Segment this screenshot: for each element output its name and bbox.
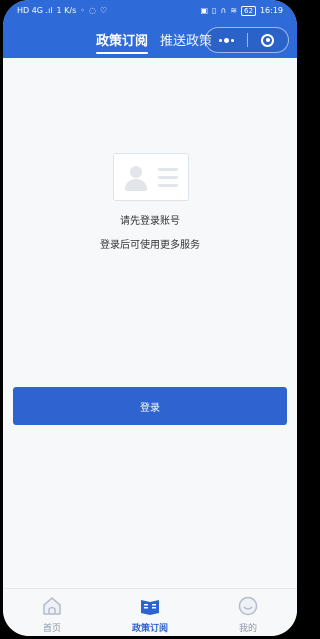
bottom-tab-bar: 首页 政策订阅 我的 [3,588,297,636]
headphones-icon: ∩ [220,6,227,15]
login-button[interactable]: 登录 [13,387,287,425]
more-dots-icon [218,37,234,43]
subscription-book-icon [141,600,159,615]
signal-indicators: HD 4G .ıl [17,6,53,15]
more-button[interactable] [206,28,247,52]
tabbar-item-subscription[interactable]: 政策订阅 [101,589,199,636]
tabbar-item-profile[interactable]: 我的 [199,589,297,636]
network-speed: 1 K/s [56,6,77,15]
close-mini-program-button[interactable] [248,28,289,52]
mini-program-capsule [205,27,289,53]
status-time: 16:19 [259,6,283,15]
status-bar: HD 4G .ıl 1 K/s ◦ ◌ ♡ ▣ ▯ ∩ ≋ 62 16:19 [3,0,297,22]
wifi-icon: ≋ [230,6,238,15]
tabbar-label-profile: 我的 [238,624,257,634]
login-prompt-title: 请先登录账号 [120,216,180,227]
top-navigation: 政策订阅 推送政策 [3,22,297,58]
card-line [158,176,178,179]
battery-indicator: 62 [241,6,256,16]
heart-icon: ♡ [100,6,108,15]
tabbar-label-subscription: 政策订阅 [131,624,168,634]
target-circle-icon [261,33,275,47]
tabbar-item-home[interactable]: 首页 [3,589,101,636]
tab-policy-subscription[interactable]: 政策订阅 [96,30,149,54]
main-content: 请先登录账号 登录后可使用更多服务 登录 [3,58,297,588]
phone-screen: HD 4G .ıl 1 K/s ◦ ◌ ♡ ▣ ▯ ∩ ≋ 62 16:19 政… [3,0,297,636]
tabbar-label-home: 首页 [42,624,61,634]
nfc-icon: ▣ [200,6,209,15]
profile-face-icon [238,596,258,616]
status-left: HD 4G .ıl 1 K/s ◦ ◌ ♡ [17,6,107,16]
person-silhouette-icon [122,164,150,192]
login-prompt-subtitle: 登录后可使用更多服务 [100,240,200,251]
location-icon: ◦ [80,6,86,15]
card-line [158,184,178,187]
home-icon [43,597,61,615]
status-right: ▣ ▯ ∩ ≋ 62 16:19 [200,6,283,16]
id-card-illustration-icon [113,153,189,201]
alarm-icon: ◌ [89,6,96,15]
vibrate-icon: ▯ [212,6,217,15]
card-line [158,168,178,171]
